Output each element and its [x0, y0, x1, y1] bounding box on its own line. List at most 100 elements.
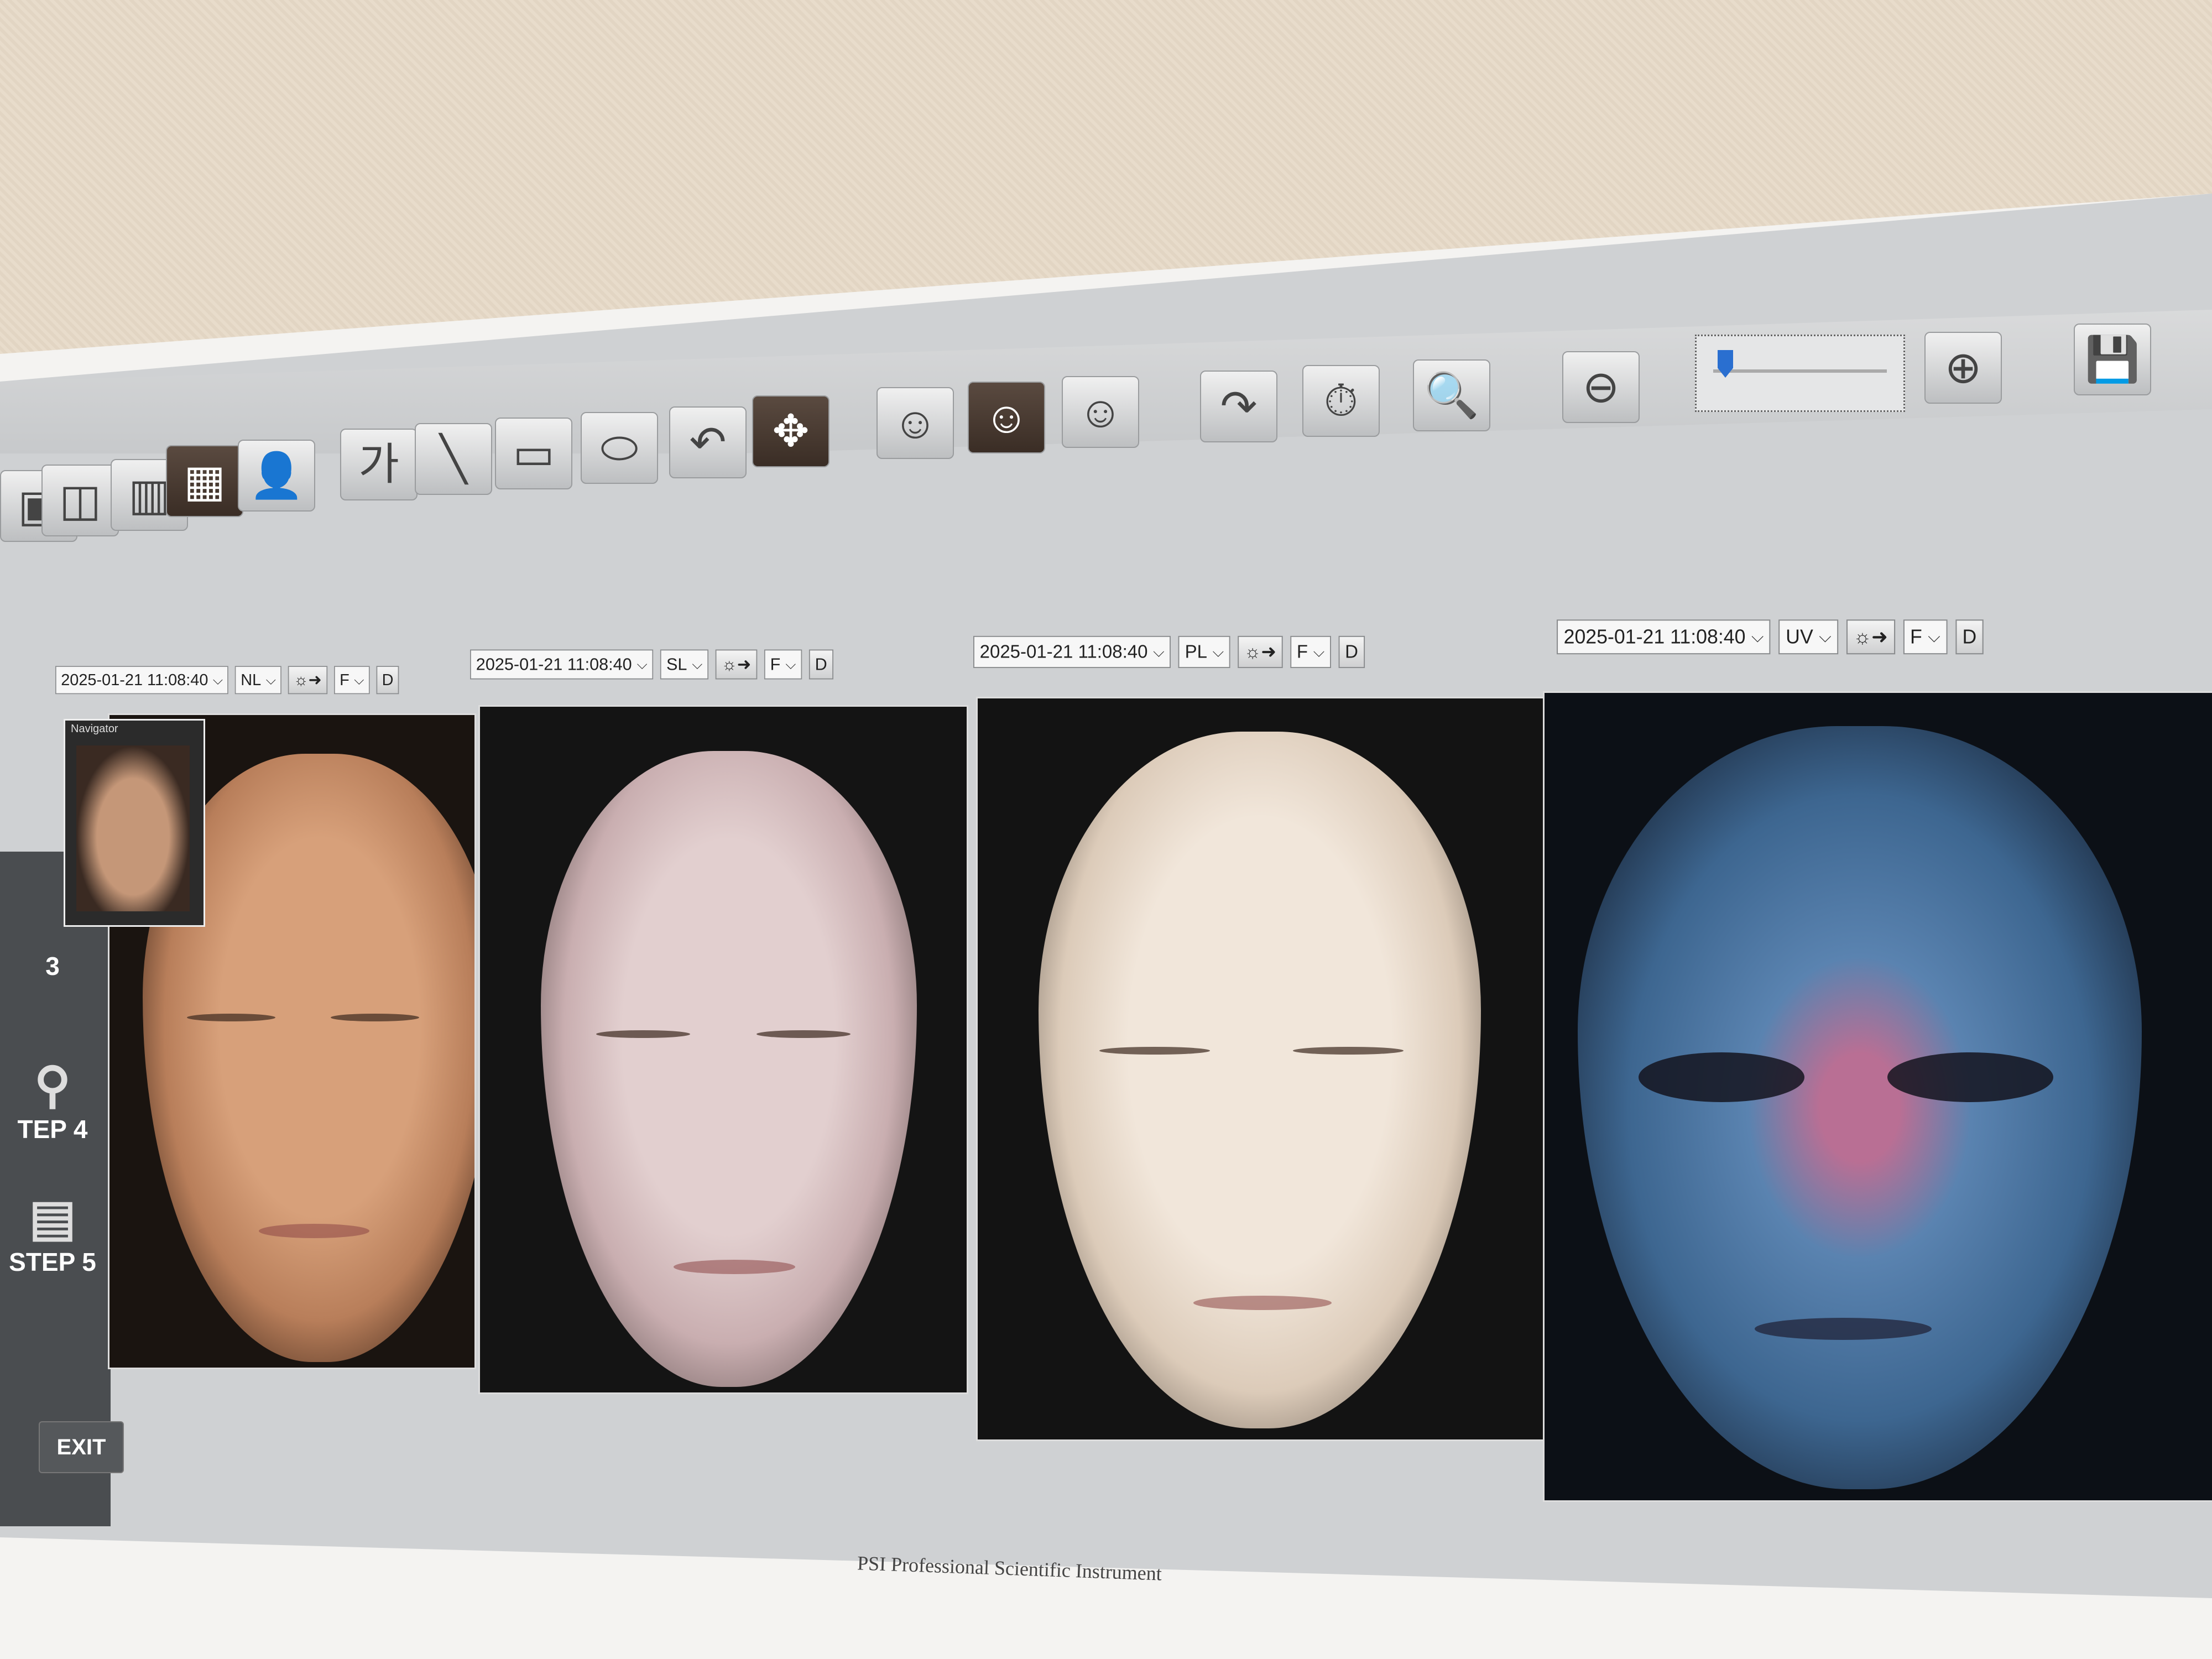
- line-tool-icon: ╲: [440, 434, 467, 483]
- ellipse-tool-icon: ⬭: [600, 423, 639, 472]
- image-panel-pl[interactable]: [976, 697, 1546, 1441]
- light-toggle-button-value: ☼➜: [1853, 625, 1888, 648]
- right-eye: [331, 1014, 419, 1021]
- image-panel-uv[interactable]: [1543, 691, 2212, 1502]
- timestamp-select-value: 2025-01-21 11:08:40: [979, 641, 1148, 662]
- save-button[interactable]: 💾: [2074, 324, 2151, 395]
- chevron-down-icon: ⌵: [1819, 627, 1832, 645]
- face-front-button[interactable]: ☺: [968, 382, 1045, 453]
- zoom-out-button[interactable]: ⊖: [1562, 351, 1640, 423]
- step-4-label: TEP 4: [17, 1115, 88, 1144]
- timestamp-select[interactable]: 2025-01-21 11:08:40 ⌵: [55, 666, 229, 695]
- patient-button[interactable]: 👤: [238, 440, 315, 512]
- quad-view-button[interactable]: ▦: [166, 445, 243, 517]
- step-5-label: STEP 5: [9, 1248, 96, 1276]
- ellipse-tool-button[interactable]: ⬭: [581, 412, 658, 484]
- move-button[interactable]: ✥: [752, 395, 830, 467]
- panel-controls-sl: 2025-01-21 11:08:40 ⌵ SL ⌵ ☼➜ F ⌵ D: [470, 647, 833, 682]
- undo-icon: ↶: [689, 418, 727, 467]
- face-left-icon: ☺: [893, 398, 938, 447]
- line-tool-button[interactable]: ╲: [415, 423, 492, 495]
- view-select[interactable]: F ⌵: [1290, 635, 1331, 669]
- d-button[interactable]: D: [1338, 635, 1365, 669]
- view-select-value: F: [340, 671, 349, 689]
- zoom-slider[interactable]: [1695, 335, 1905, 412]
- navigator-title: Navigator: [71, 723, 118, 735]
- left-eye: [187, 1014, 275, 1021]
- right-eye: [1887, 1052, 2053, 1102]
- timestamp-select-value: 2025-01-21 11:08:40: [476, 654, 632, 674]
- mouth: [674, 1260, 795, 1274]
- view-select[interactable]: F ⌵: [1903, 619, 1948, 655]
- left-eye: [1639, 1052, 1804, 1102]
- zoom-in-button[interactable]: ⊕: [1924, 332, 2002, 404]
- navigator[interactable]: Navigator: [64, 719, 205, 927]
- magnifier-icon: ⚲: [34, 1058, 71, 1113]
- dual-view-icon: ◫: [59, 476, 101, 525]
- view-select[interactable]: F ⌵: [764, 649, 802, 680]
- light-toggle-button[interactable]: ☼➜: [288, 666, 327, 695]
- light-mode-select[interactable]: UV ⌵: [1778, 619, 1839, 655]
- right-eye: [757, 1030, 851, 1038]
- light-mode-select[interactable]: SL ⌵: [660, 649, 709, 680]
- timestamp-select-value: 2025-01-21 11:08:40: [1563, 625, 1746, 648]
- d-button[interactable]: D: [1955, 619, 1984, 655]
- d-button-value: D: [1345, 641, 1358, 662]
- left-eye: [1099, 1047, 1210, 1055]
- chevron-down-icon: ⌵: [1928, 627, 1940, 645]
- light-toggle-button[interactable]: ☼➜: [1238, 635, 1283, 669]
- panel-controls-uv: 2025-01-21 11:08:40 ⌵ UV ⌵ ☼➜ F ⌵ D: [1557, 617, 1984, 658]
- panel-controls-nl: 2025-01-21 11:08:40 ⌵ NL ⌵ ☼➜ F ⌵ D: [55, 664, 399, 697]
- chevron-down-icon: ⌵: [1153, 643, 1165, 660]
- view-select[interactable]: F ⌵: [333, 666, 370, 695]
- mouth: [1755, 1318, 1932, 1340]
- rectangle-tool-button[interactable]: ▭: [495, 418, 572, 489]
- step-5[interactable]: ▤ STEP 5: [0, 1189, 105, 1277]
- navigator-thumbnail[interactable]: [76, 745, 190, 911]
- face-image: [1039, 732, 1481, 1428]
- step-4[interactable]: ⚲ TEP 4: [0, 1056, 105, 1144]
- timer-button[interactable]: ⏱: [1302, 365, 1380, 437]
- zoom-thumb[interactable]: [1718, 350, 1733, 378]
- light-mode-select-value: PL: [1185, 641, 1207, 662]
- rectangle-tool-icon: ▭: [513, 429, 555, 478]
- light-mode-select-value: SL: [666, 654, 687, 674]
- redo-icon: ↷: [1220, 382, 1258, 431]
- timestamp-select[interactable]: 2025-01-21 11:08:40 ⌵: [973, 635, 1171, 669]
- d-button[interactable]: D: [808, 649, 833, 680]
- move-icon: ✥: [772, 406, 810, 456]
- image-panel-sl[interactable]: [478, 705, 968, 1394]
- undo-button[interactable]: ↶: [669, 406, 747, 478]
- chevron-down-icon: ⌵: [1313, 643, 1325, 660]
- save-icon: 💾: [2085, 335, 2140, 384]
- right-eye: [1293, 1047, 1404, 1055]
- face-left-button[interactable]: ☺: [877, 387, 954, 459]
- chevron-down-icon: ⌵: [1751, 627, 1764, 645]
- light-mode-select[interactable]: NL ⌵: [235, 666, 281, 695]
- chevron-down-icon: ⌵: [637, 656, 648, 672]
- dual-view-button[interactable]: ◫: [41, 465, 119, 536]
- light-toggle-button[interactable]: ☼➜: [715, 649, 758, 680]
- light-mode-select[interactable]: PL ⌵: [1178, 635, 1230, 669]
- face-right-button[interactable]: ☺: [1062, 376, 1139, 448]
- compare-icon: ▤: [29, 1191, 76, 1246]
- text-annotation-icon: 가: [358, 440, 399, 489]
- redo-button[interactable]: ↷: [1200, 371, 1277, 442]
- patient-search-button[interactable]: 🔍: [1413, 359, 1490, 431]
- d-button-value: D: [1962, 625, 1977, 648]
- exit-button[interactable]: EXIT: [39, 1421, 124, 1473]
- light-toggle-button-value: ☼➜: [294, 671, 322, 689]
- timestamp-select[interactable]: 2025-01-21 11:08:40 ⌵: [470, 649, 654, 680]
- step-3-label: 3: [45, 952, 60, 980]
- chevron-down-icon: ⌵: [785, 656, 796, 672]
- quad-view-icon: ▦: [184, 456, 226, 505]
- step-3[interactable]: 3: [0, 951, 105, 981]
- view-select-value: F: [1910, 625, 1922, 648]
- text-annotation-button[interactable]: 가: [340, 429, 418, 500]
- d-button-value: D: [382, 671, 394, 689]
- timestamp-select[interactable]: 2025-01-21 11:08:40 ⌵: [1557, 619, 1771, 655]
- zoom-in-icon: ⊕: [1944, 343, 1982, 392]
- d-button[interactable]: D: [376, 666, 399, 695]
- light-toggle-button-value: ☼➜: [1244, 641, 1276, 662]
- light-toggle-button[interactable]: ☼➜: [1846, 619, 1895, 655]
